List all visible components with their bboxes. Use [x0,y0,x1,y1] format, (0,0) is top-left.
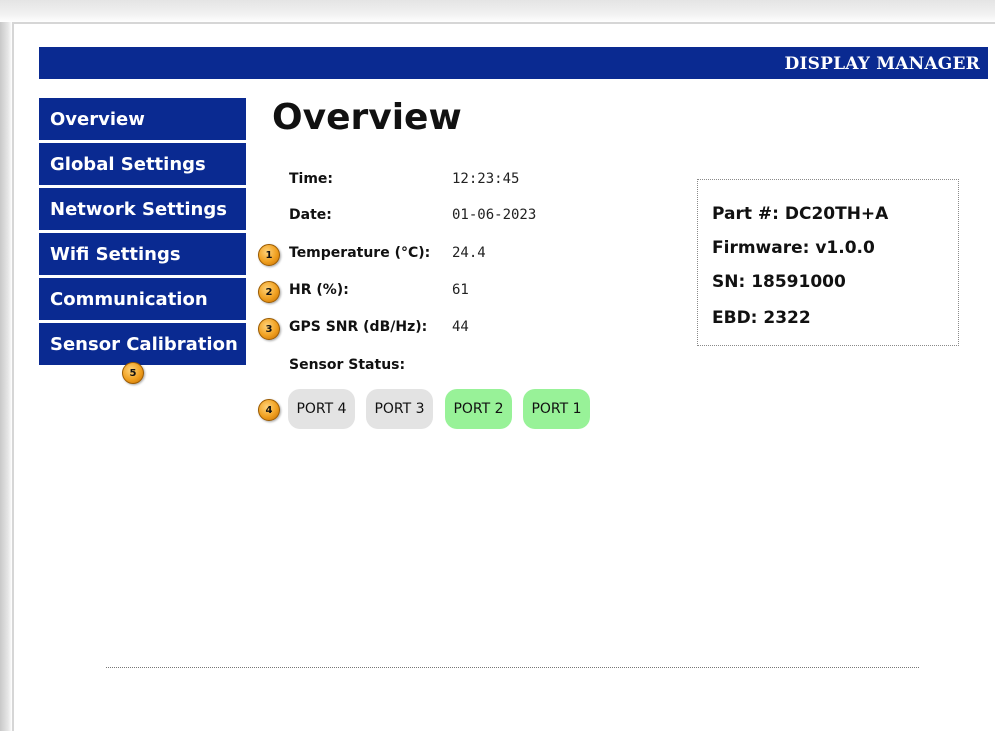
humidity-value: 61 [452,282,469,298]
window-frame-edge-left [12,22,14,731]
page-title: Overview [272,97,462,138]
port-4-indicator[interactable]: PORT 4 [288,389,355,429]
firmware-version: Firmware: v1.0.0 [712,238,875,258]
annotation-badge-1: 1 [258,244,280,266]
window-frame-edge [12,22,995,24]
device-info-box: Part #: DC20TH+A Firmware: v1.0.0 SN: 18… [697,179,959,346]
sidebar-nav: Overview Global Settings Network Setting… [39,98,246,368]
sidebar-item-overview[interactable]: Overview [39,98,246,140]
header-bar: DISPLAY MANAGER [39,47,988,79]
port-1-indicator[interactable]: PORT 1 [523,389,590,429]
annotation-badge-5: 5 [122,362,144,384]
port-2-indicator[interactable]: PORT 2 [445,389,512,429]
app-title: DISPLAY MANAGER [784,54,980,74]
footer-divider [106,667,919,668]
date-label: Date: [289,207,332,223]
ebd-code: EBD: 2322 [712,308,811,328]
window-frame-left [0,22,12,731]
temperature-value: 24.4 [452,245,486,261]
sidebar-item-wifi-settings[interactable]: Wifi Settings [39,233,246,275]
sensor-status-label: Sensor Status: [289,357,406,373]
date-value: 01-06-2023 [452,207,537,223]
temperature-label: Temperature (°C): [289,245,431,261]
port-3-indicator[interactable]: PORT 3 [366,389,433,429]
time-value: 12:23:45 [452,171,520,187]
gps-snr-value: 44 [452,319,469,335]
time-label: Time: [289,171,334,187]
humidity-label: HR (%): [289,282,349,298]
sidebar-item-network-settings[interactable]: Network Settings [39,188,246,230]
annotation-badge-3: 3 [258,318,280,340]
sidebar-item-sensor-calibration[interactable]: Sensor Calibration [39,323,246,365]
serial-number: SN: 18591000 [712,272,846,292]
part-number: Part #: DC20TH+A [712,204,889,224]
window-frame-top [0,0,995,22]
gps-snr-label: GPS SNR (dB/Hz): [289,319,428,335]
sidebar-item-communication[interactable]: Communication [39,278,246,320]
annotation-badge-2: 2 [258,281,280,303]
annotation-badge-4: 4 [258,399,280,421]
sidebar-item-global-settings[interactable]: Global Settings [39,143,246,185]
